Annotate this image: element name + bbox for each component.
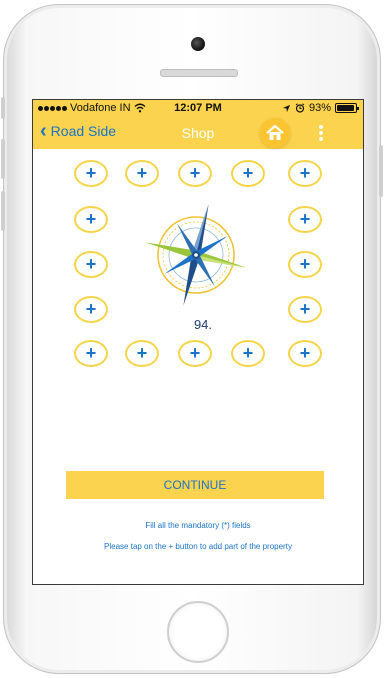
status-bar: Vodafone IN 12:07 PM 93% (33, 100, 363, 116)
add-part-button[interactable]: + (288, 251, 322, 278)
add-part-button[interactable]: + (74, 251, 108, 278)
home-button[interactable] (167, 601, 229, 663)
add-part-button[interactable]: + (178, 340, 212, 367)
add-part-button[interactable]: + (231, 340, 265, 367)
add-part-button[interactable]: + (178, 160, 212, 187)
mute-switch (1, 97, 5, 119)
battery-cap (357, 107, 359, 110)
add-part-button[interactable]: + (125, 160, 159, 187)
home-icon (266, 124, 284, 140)
home-nav-button[interactable] (260, 118, 290, 148)
add-part-button[interactable]: + (288, 296, 322, 323)
add-part-button[interactable]: + (288, 160, 322, 187)
volume-down-button (1, 191, 5, 231)
compass-rose-icon (145, 204, 247, 306)
add-part-button[interactable]: + (288, 206, 322, 233)
earpiece-speaker (160, 69, 238, 77)
power-button (379, 145, 383, 197)
continue-button[interactable]: CONTINUE (66, 471, 324, 499)
status-right: 93% (282, 102, 359, 114)
add-part-button[interactable]: + (74, 296, 108, 323)
location-arrow-icon (282, 104, 291, 112)
alarm-clock-icon (295, 103, 305, 113)
add-part-button[interactable]: + (74, 206, 108, 233)
navigation-bar: ‹ Road Side Shop (33, 116, 363, 149)
battery-percent: 93% (308, 102, 331, 114)
battery-level-fill (337, 105, 354, 111)
compass-degree: 94. (193, 317, 213, 332)
add-part-button[interactable]: + (288, 340, 322, 367)
app-screen: Vodafone IN 12:07 PM 93% ‹ Road Side Sho… (32, 99, 364, 585)
add-part-button[interactable]: + (74, 340, 108, 367)
battery-icon (335, 103, 359, 113)
tap-plus-hint: Please tap on the + button to add part o… (104, 542, 292, 551)
add-part-button[interactable]: + (74, 160, 108, 187)
more-options-icon (319, 125, 323, 129)
add-part-button[interactable]: + (231, 160, 265, 187)
front-camera (191, 37, 205, 51)
volume-up-button (1, 139, 5, 179)
mandatory-fields-hint: Fill all the mandatory (*) fields (145, 521, 251, 530)
main-content: + + + + + + + + + + + + + + + + 94. CONT… (33, 149, 363, 584)
more-options-button[interactable] (313, 123, 329, 143)
add-part-button[interactable]: + (125, 340, 159, 367)
